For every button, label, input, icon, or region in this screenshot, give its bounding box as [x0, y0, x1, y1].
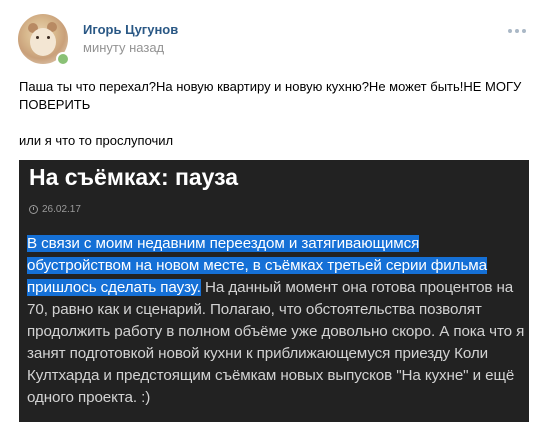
image-body-text: В связи с моим недавним переездом и затя… [27, 233, 525, 409]
post-time[interactable]: минуту назад [83, 40, 164, 55]
image-title: На съёмках: пауза [29, 164, 239, 190]
dot [522, 29, 526, 33]
body-text: На данный момент она готова процентов на… [27, 279, 525, 406]
attached-image[interactable]: На съёмках: пауза 26.02.17 В связи с мои… [19, 160, 529, 422]
avatar-eye-left [36, 36, 39, 39]
online-indicator [56, 52, 70, 66]
avatar-eye-right [47, 36, 50, 39]
image-date: 26.02.17 [29, 204, 81, 215]
author-name[interactable]: Игорь Цугунов [83, 22, 178, 37]
dot [508, 29, 512, 33]
post-text: Паша ты что перехал?На новую квартиру и … [19, 78, 525, 150]
more-dots-icon[interactable] [508, 26, 528, 36]
avatar-face [30, 28, 56, 56]
clock-icon [29, 205, 38, 214]
image-date-text: 26.02.17 [42, 204, 81, 215]
wall-post: Игорь Цугунов минуту назад Паша ты что п… [0, 0, 545, 435]
post-text-line: или я что то прослупочил [19, 133, 174, 148]
dot [515, 29, 519, 33]
post-text-line: Паша ты что перехал?На новую квартиру и … [19, 79, 522, 112]
